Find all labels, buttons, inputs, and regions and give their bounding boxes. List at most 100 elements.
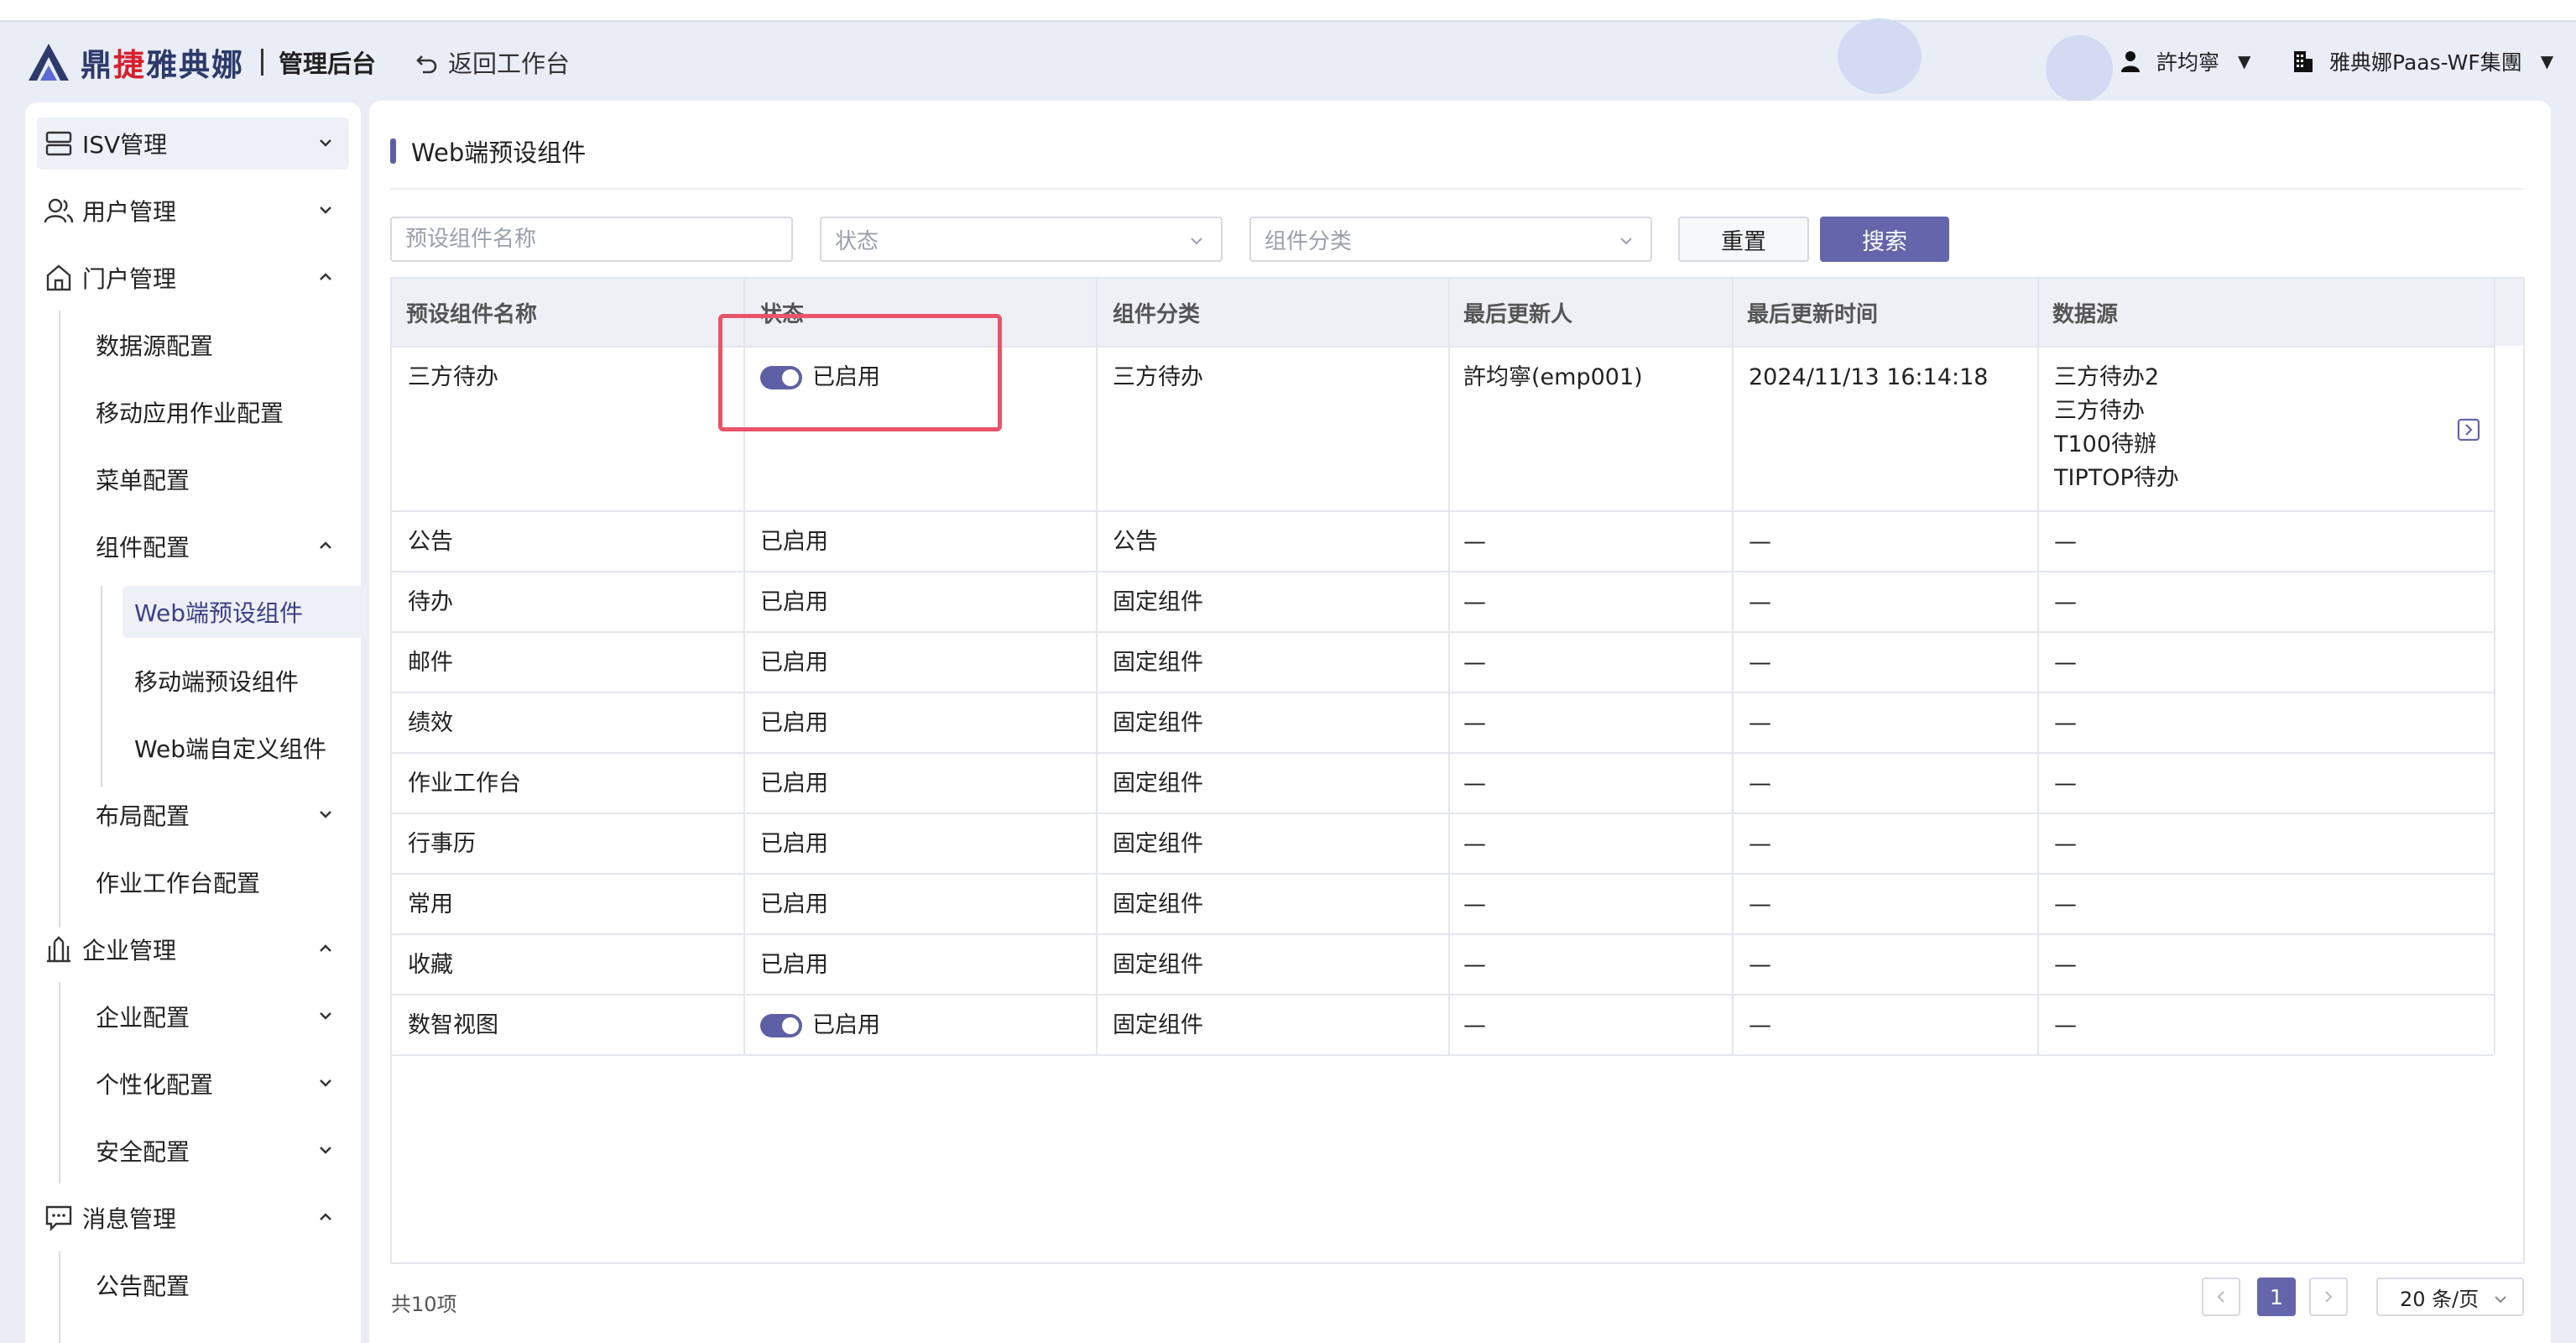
sidebar-item-component[interactable]: 组件配置 [96,520,361,572]
message-icon [42,1201,76,1235]
sidebar-item-label: 公告配置 [96,1272,190,1300]
cell-name: 三方待办 [408,364,498,390]
tenant-menu[interactable]: 雅典娜Paas-WF集團 ▼ [2292,42,2553,81]
cell-datasource: — [2054,771,2077,797]
cell-status: 已启用 [760,891,828,917]
sidebar-item-menu[interactable]: 菜单配置 [96,453,361,505]
cell-status: 已启用 [760,710,828,736]
sidebar-item-portal[interactable]: 门户管理 [37,252,349,304]
sidebar-item-layout[interactable]: 布局配置 [96,789,361,841]
sidebar-item-label: ISV管理 [82,131,168,159]
sidebar-item-label: 菜单配置 [96,467,190,494]
cell-updater: — [1463,589,1486,615]
sidebar-item-message[interactable]: 消息管理 [37,1192,349,1244]
sidebar-item-enterprise[interactable]: 企业管理 [37,923,349,975]
next-page-button[interactable] [2309,1278,2348,1316]
cell-update-time: — [1749,831,1771,857]
column-divider [1448,279,1450,1054]
cell-name: 数智视图 [408,1012,498,1038]
sidebar-item-notice-config[interactable]: 公告配置 [96,1259,361,1311]
datasource-entry: 三方待办 [2054,398,2145,424]
cell-datasource: — [2054,710,2077,736]
cell-updater: — [1463,891,1486,917]
cell-datasource: — [2054,891,2077,917]
caret-down-icon: ▼ [2238,51,2251,71]
expand-arrow-icon[interactable] [2457,418,2480,442]
cell-category: 固定组件 [1113,650,1203,676]
brand-subtitle: 管理后台 [279,50,377,78]
reset-button[interactable]: 重置 [1678,217,1809,262]
row-divider [392,933,2494,935]
status-filter-select[interactable]: 状态 [820,217,1223,262]
page-size-select[interactable]: 20 条/页 [2376,1278,2524,1316]
sidebar-item-label: 用户管理 [82,198,177,226]
cell-updater: — [1463,650,1486,676]
status-toggle[interactable] [760,1014,802,1037]
cell-status: 已启用 [760,831,828,857]
chevron-right-icon [2325,1291,2333,1303]
cell-update-time: — [1749,650,1771,676]
undo-arrow-icon [416,55,437,74]
cell-status: 已启用 [760,589,828,615]
sidebar-item-users[interactable]: 用户管理 [37,185,349,237]
sidebar-item-datasource[interactable]: 数据源配置 [96,319,361,371]
table-header [392,279,2523,346]
cell-category: 固定组件 [1113,710,1203,736]
cell-update-time: — [1749,1012,1771,1038]
user-menu[interactable]: 許均寧 ▼ [2120,42,2250,81]
column-header-name: 预设组件名称 [406,301,538,327]
chevron-up-icon [320,541,331,549]
cell-update-time: — [1749,529,1771,555]
page-title: Web端预设组件 [390,134,586,168]
sidebar-item-workbench[interactable]: 作业工作台配置 [96,856,361,908]
sidebar-item-enterprise-config[interactable]: 企业配置 [96,990,361,1043]
sidebar-item-label: 门户管理 [82,265,177,293]
column-divider [1732,279,1734,1054]
cell-update-time: — [1749,891,1771,917]
cell-update-time: — [1749,710,1771,736]
sidebar-item-web-preset[interactable]: Web端预设组件 [123,586,366,638]
cell-datasource: — [2054,952,2077,978]
category-filter-select[interactable]: 组件分类 [1249,217,1652,262]
back-to-workbench-link[interactable]: 返回工作台 [415,44,570,81]
cell-category: 固定组件 [1113,952,1203,978]
page-size-value: 20 条/页 [2400,1287,2480,1311]
decor-bubble [1838,18,1922,94]
column-header-updater: 最后更新人 [1463,301,1573,327]
row-divider [392,873,2494,875]
search-button[interactable]: 搜索 [1820,217,1949,262]
datasource-entry: TIPTOP待办 [2054,465,2179,491]
sidebar-item-label: 企业管理 [82,937,177,964]
preset-components-table [390,277,2525,1264]
sidebar-item-mobile-app[interactable]: 移动应用作业配置 [96,386,361,438]
cell-category: 固定组件 [1113,589,1203,615]
sidebar-item-label: 移动应用作业配置 [96,400,284,427]
brand-name: 鼎捷雅典娜 [81,47,244,83]
cell-name: 邮件 [408,650,453,676]
title-divider [390,188,2523,190]
tree-guide-line [101,586,102,787]
name-filter-text[interactable] [405,218,791,260]
brand-logo-icon [29,44,69,81]
sidebar-item-web-custom[interactable]: Web端自定义组件 [123,722,366,774]
row-divider [392,510,2494,512]
cell-name: 待办 [408,589,453,615]
sidebar-item-security[interactable]: 安全配置 [96,1125,361,1177]
cell-name: 行事历 [408,831,476,857]
sidebar-item-isv[interactable]: ISV管理 [37,118,349,170]
users-icon [42,194,76,227]
prev-page-button[interactable] [2202,1278,2240,1316]
page-button-current[interactable]: 1 [2257,1278,2296,1316]
sidebar-item-mobile-preset[interactable]: 移动端预设组件 [123,655,366,707]
sidebar-item-personal[interactable]: 个性化配置 [96,1058,361,1110]
row-divider [392,1054,2494,1056]
name-filter-input[interactable] [390,217,793,262]
cell-update-time: 2024/11/13 16:14:18 [1749,364,1989,390]
chevron-up-icon [320,273,331,280]
chevron-up-icon [320,1213,331,1220]
window-top-strip [0,0,2576,22]
tree-guide-line [59,1251,60,1343]
brand[interactable]: 鼎捷雅典娜 管理后台 [25,39,376,86]
cell-updater: — [1463,831,1486,857]
cell-datasource: — [2054,589,2077,615]
